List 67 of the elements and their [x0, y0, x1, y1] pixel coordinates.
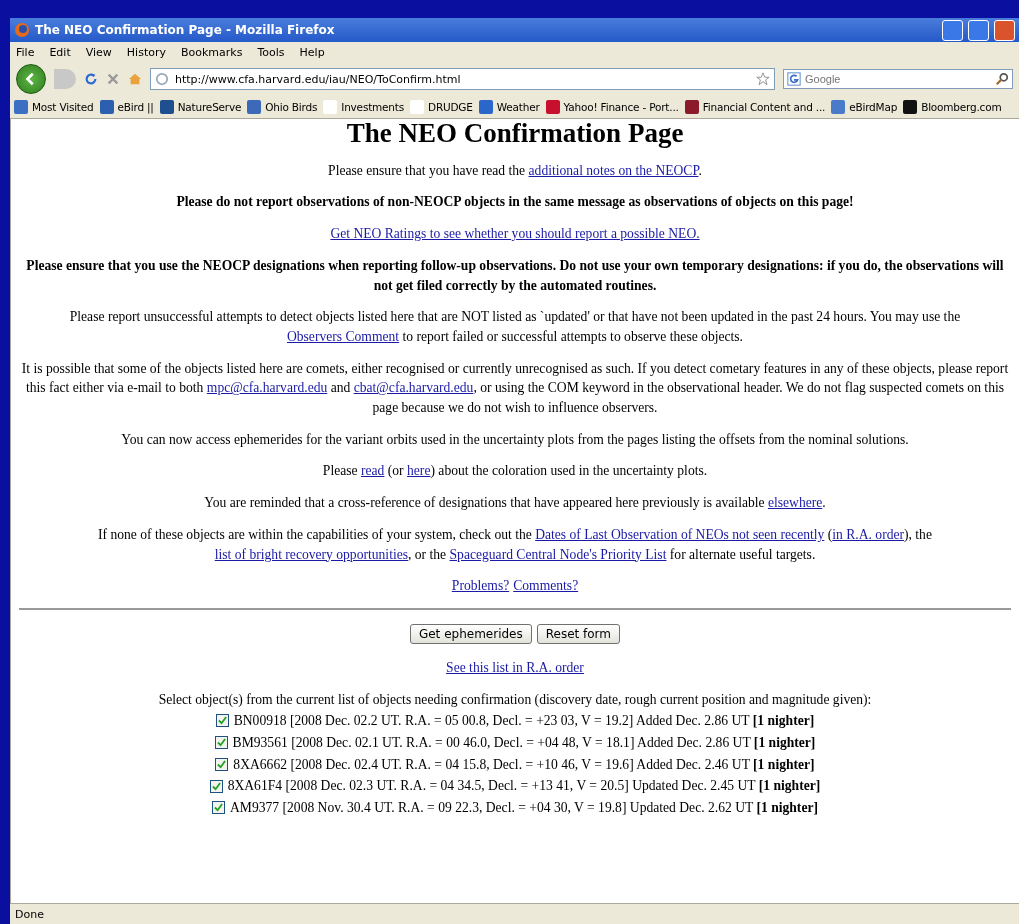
checkbox[interactable] — [215, 757, 229, 771]
link[interactable]: Problems? — [451, 576, 510, 596]
close-button[interactable] — [994, 19, 1015, 41]
checkbox[interactable] — [212, 801, 225, 815]
paragraph: Please ensure that you have read the additional notes on the NEOCP. — [327, 161, 703, 180]
menu-item[interactable]: History — [126, 45, 166, 59]
status-text: Done — [15, 907, 44, 921]
checkbox[interactable] — [214, 736, 228, 750]
paragraph: You are reminded that a cross-reference of designations that have appeared here previously is available elsewhere. — [203, 494, 827, 513]
menu-item[interactable]: File — [16, 45, 35, 59]
link[interactable]: Get NEO Ratings to see whether you should report a possible NEO. — [330, 224, 700, 244]
checkbox[interactable] — [209, 779, 223, 793]
maximize-button[interactable] — [968, 19, 989, 41]
page-heading: The NEO Confirmation Page — [345, 119, 685, 149]
bookmark-item[interactable]: eBirdMap — [831, 100, 898, 114]
minimize-button[interactable] — [942, 19, 963, 41]
g-logo-icon — [787, 72, 801, 86]
link[interactable]: in R.A. order — [832, 526, 904, 542]
form-button[interactable]: Reset form — [536, 623, 621, 644]
menu-item[interactable]: Tools — [257, 45, 285, 59]
link[interactable]: Dates of Last Observation of NEOs not seen recently — [535, 526, 825, 542]
paragraph: If none of these objects are within the capabilities of your system, check out the Dates of Last Observation of NEOs not seen recently (in R.A. order), the list of bright recovery opportunities, or the Spaceguard Central Node's Priority List for alternate useful targets. — [97, 525, 933, 564]
reload-icon[interactable] — [84, 72, 98, 86]
bookmark-item[interactable]: Financial Content and ... — [684, 100, 826, 114]
link[interactable]: mpc@cfa.harvard.edu — [206, 380, 328, 396]
search-icon[interactable] — [995, 72, 1009, 86]
back-button[interactable] — [16, 64, 46, 94]
bookmark-item[interactable]: Bloomberg.com — [903, 100, 1002, 114]
select-instructions: Select object(s) from the current list of objects needing confirmation (discovery date, rough current position and magnitude given): — [157, 690, 873, 709]
link[interactable]: here — [407, 463, 431, 479]
warning-text: Please ensure that you use the NEOCP designations when reporting follow-up observations. Do not use your own temporary designations: if you do, the observations will not get filed correctly by the automated routines. — [25, 256, 1005, 295]
bookmark-item[interactable]: DRUDGE — [410, 100, 473, 114]
paragraph: You can now access ephemerides for the variant orbits used in the uncertainty plots from the pages listing the offsets from the nominal solutions. — [120, 430, 910, 449]
object-entry: BN00918 [2008 Dec. 02.2 UT. R.A. = 05 00.8, Decl. = +23 03, V = 19.2] Added Dec. 2.86 UT [1 nighter] — [233, 712, 815, 731]
paragraph: Please read (or here) about the coloration used in the uncertainty plots. — [321, 462, 709, 481]
window-title: The NEO Confirmation Page - Mozilla Firefox — [35, 23, 336, 37]
stop-icon[interactable] — [106, 72, 120, 86]
address-field[interactable]: http://www.cfa.harvard.edu/iau/NEO/ToConfirm.html — [150, 68, 775, 90]
link[interactable]: list of bright recovery opportunities — [214, 546, 408, 562]
link[interactable]: See this list in R.A. order — [446, 659, 584, 675]
bookmark-item[interactable]: Weather — [478, 100, 540, 114]
object-entry: AM9377 [2008 Nov. 30.4 UT. R.A. = 09 22.3, Decl. = +04 30, V = 19.8] Updated Dec. 2.62 UT [1 nighter] — [230, 799, 818, 818]
paragraph: Please report unsuccessful attempts to detect objects listed here that are NOT listed as `updated' or that have not been updated in the past 24 hours. You may use the Observers Comment to report failed or successful attempts to observe these objects. — [68, 308, 962, 346]
bookmark-item[interactable]: eBird || — [99, 100, 154, 114]
star-icon[interactable] — [756, 72, 770, 86]
bookmark-item[interactable]: Investments — [323, 100, 404, 114]
link[interactable]: read — [360, 463, 385, 479]
link[interactable]: additional notes on the NEOCP — [528, 162, 699, 178]
object-entry: BM93561 [2008 Dec. 02.1 UT. R.A. = 00 46.0, Decl. = +04 48, V = 18.1] Added Dec. 2.86 UT [1 nighter] — [232, 733, 816, 752]
menu-item[interactable]: View — [85, 45, 112, 59]
warning-text: Please do not report observations of non-NEOCP objects in the same message as observations of objects on this page! — [175, 193, 855, 212]
link[interactable]: Observers Comment — [286, 328, 400, 344]
link[interactable]: Spaceguard Central Node's Priority List — [449, 546, 667, 562]
bookmark-item[interactable]: Yahoo! Finance - Port... — [545, 100, 679, 114]
checkbox[interactable] — [215, 714, 229, 728]
menu-item[interactable]: Help — [299, 45, 325, 59]
link[interactable]: Comments? — [513, 576, 579, 596]
form-button[interactable]: Get ephemerides — [409, 623, 532, 644]
paragraph: It is possible that some of the objects listed here are comets, either recognised or currently unrecognised as such. If you detect cometary features in any of these objects, please report this fact either via e-mail to both mpc@cfa.harvard.edu and cbat@cfa.harvard.edu, or using the COM keyword in the observational header. We do not flag suspected comets on this page because we do not wish to influence observers. — [20, 359, 1010, 417]
menu-item[interactable]: Edit — [49, 45, 71, 59]
object-entry: 8XA6662 [2008 Dec. 02.4 UT. R.A. = 04 15.8, Decl. = +10 46, V = 19.6] Added Dec. 2.46 UT [1 nighter] — [233, 755, 815, 774]
search-box[interactable]: Google — [783, 69, 1013, 89]
menu-item[interactable]: Bookmarks — [181, 45, 243, 59]
bookmark-item[interactable]: NatureServe — [159, 100, 242, 114]
object-entry: 8XA61F4 [2008 Dec. 02.3 UT. R.A. = 04 34.5, Decl. = +13 41, V = 20.5] Updated Dec. 2.45 UT [1 nighter] — [227, 777, 821, 796]
bookmark-item[interactable]: Most Visited — [14, 100, 94, 114]
bookmark-item[interactable]: Ohio Birds — [247, 100, 318, 114]
